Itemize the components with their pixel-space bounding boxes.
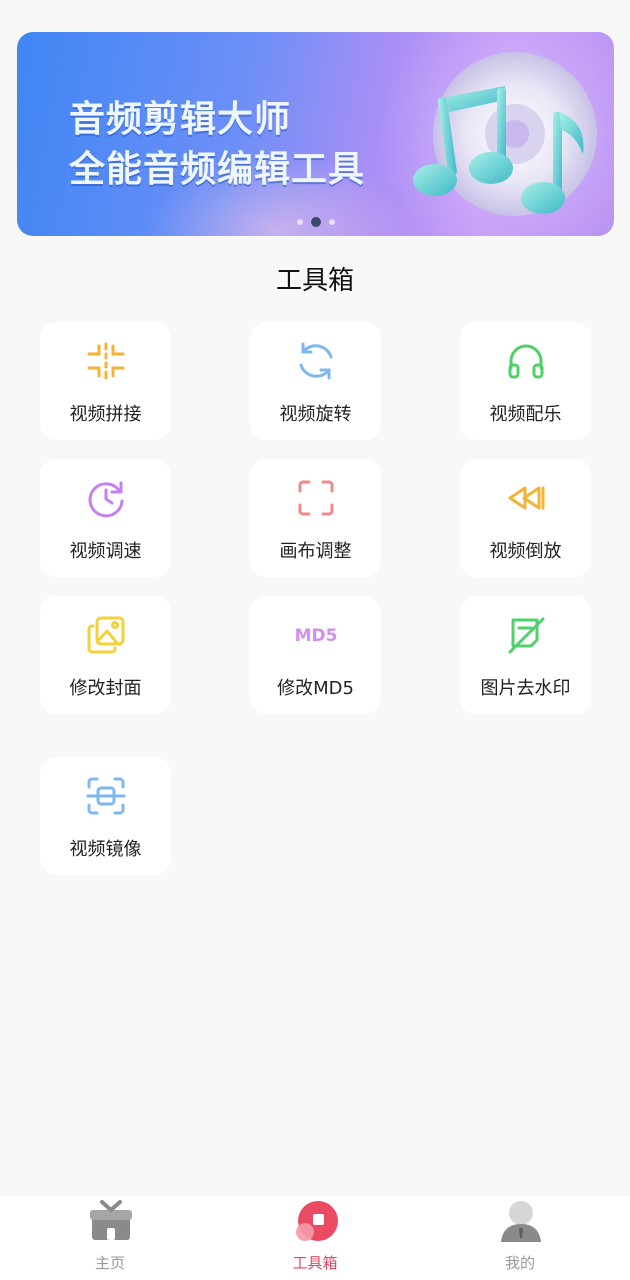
tool-edit-md5[interactable]: MD5 修改MD5 bbox=[250, 596, 381, 714]
tool-label: 视频镜像 bbox=[69, 839, 142, 860]
clock-speed-icon bbox=[88, 481, 124, 518]
carousel-dot[interactable] bbox=[296, 219, 303, 225]
md5-icon-text: MD5 bbox=[295, 626, 338, 646]
md5-icon: MD5 bbox=[295, 626, 338, 646]
nav-label: 我的 bbox=[504, 1254, 535, 1272]
bottom-navigation: 主页 工具箱 我的 bbox=[0, 1196, 630, 1280]
tool-video-music[interactable]: 视频配乐 bbox=[460, 322, 591, 440]
nav-profile[interactable]: 我的 bbox=[460, 1196, 580, 1280]
tool-label: 视频调速 bbox=[69, 541, 142, 562]
tool-label: 修改MD5 bbox=[277, 678, 354, 699]
promo-banner[interactable]: 音频剪辑大师 全能音频编辑工具 bbox=[17, 32, 614, 236]
image-cover-icon bbox=[87, 616, 125, 654]
tool-video-rotate[interactable]: 视频旋转 bbox=[250, 322, 381, 440]
nav-label: 工具箱 bbox=[292, 1254, 338, 1272]
tool-label: 视频旋转 bbox=[279, 404, 352, 425]
merge-icon bbox=[87, 342, 125, 380]
tool-label: 图片去水印 bbox=[480, 678, 571, 699]
mirror-scan-icon bbox=[86, 777, 126, 815]
tool-label: 视频配乐 bbox=[489, 404, 562, 425]
tool-remove-watermark[interactable]: 图片去水印 bbox=[460, 596, 591, 714]
headphones-icon bbox=[508, 344, 544, 379]
crop-frame-icon bbox=[298, 480, 334, 516]
nav-home[interactable]: 主页 bbox=[50, 1196, 170, 1280]
nav-toolbox[interactable]: 工具箱 bbox=[255, 1196, 375, 1280]
rotate-icon bbox=[299, 342, 333, 380]
remove-watermark-icon bbox=[508, 617, 545, 654]
tool-label: 修改封面 bbox=[69, 678, 142, 699]
banner-title-line1: 音频剪辑大师 bbox=[69, 99, 292, 140]
rewind-icon bbox=[508, 486, 545, 510]
tool-label: 画布调整 bbox=[279, 541, 352, 562]
nav-label: 主页 bbox=[94, 1254, 125, 1272]
tool-label: 视频拼接 bbox=[69, 404, 142, 425]
tool-video-speed[interactable]: 视频调速 bbox=[40, 459, 171, 577]
tool-canvas-adjust[interactable]: 画布调整 bbox=[250, 459, 381, 577]
carousel-dot[interactable] bbox=[328, 219, 335, 225]
tool-label: 视频倒放 bbox=[489, 541, 562, 562]
tool-edit-cover[interactable]: 修改封面 bbox=[40, 596, 171, 714]
home-gift-icon bbox=[90, 1200, 132, 1240]
carousel-indicator bbox=[17, 217, 614, 227]
tool-video-mirror[interactable]: 视频镜像 bbox=[40, 757, 171, 875]
carousel-dot-active[interactable] bbox=[310, 217, 321, 227]
section-title: 工具箱 bbox=[275, 266, 354, 296]
toolbox-icon bbox=[296, 1201, 338, 1241]
music-disc-icon bbox=[413, 52, 597, 216]
tool-video-reverse[interactable]: 视频倒放 bbox=[460, 459, 591, 577]
tool-video-merge[interactable]: 视频拼接 bbox=[40, 322, 171, 440]
banner-title-line2: 全能音频编辑工具 bbox=[69, 149, 366, 190]
profile-icon bbox=[501, 1201, 541, 1242]
